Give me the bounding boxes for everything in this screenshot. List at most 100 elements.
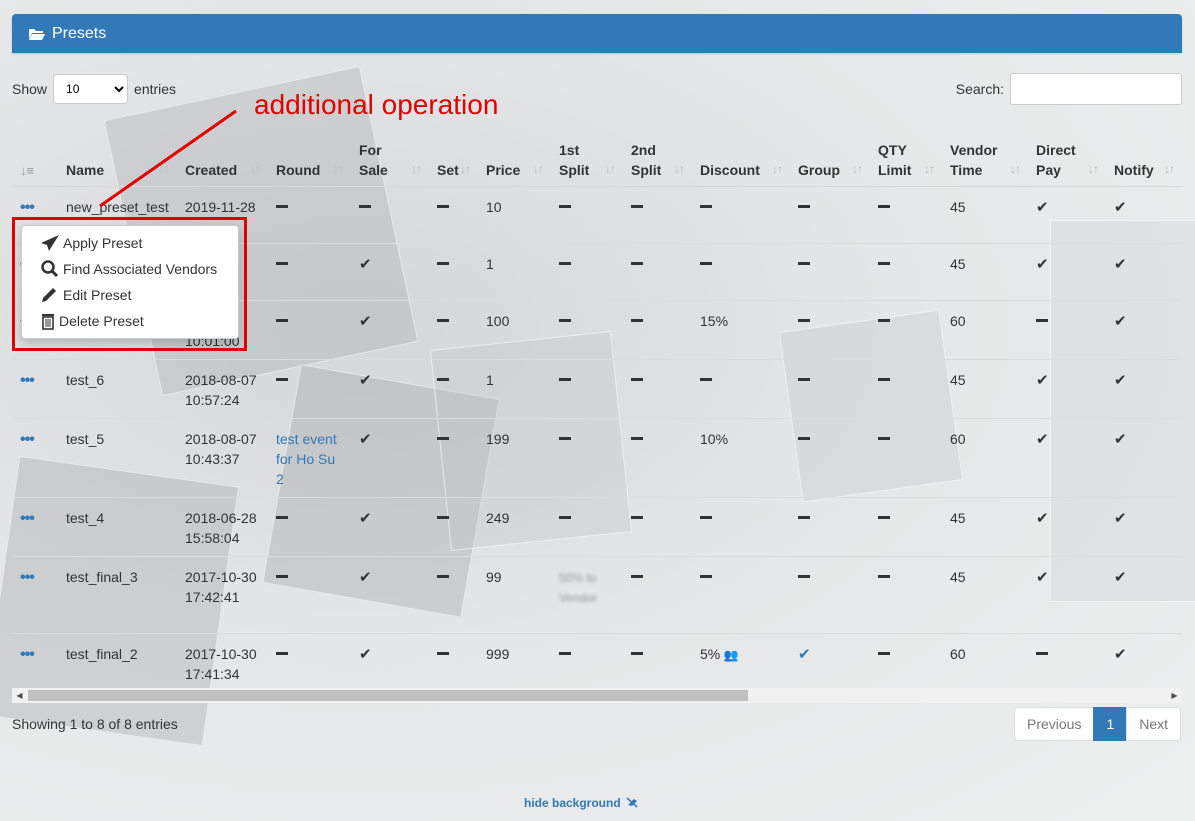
price-cell: 1 [478,243,551,301]
notify-cell: ✔ [1106,633,1182,692]
name-cell: test_final_3 [58,556,177,634]
scroll-right-arrow-icon[interactable]: ▶ [1167,688,1182,703]
previous-button[interactable]: Previous [1014,707,1095,741]
more-options-icon[interactable]: ••• [20,372,35,389]
dash-icon [700,205,712,209]
column-header-14[interactable]: Notify ↓↑ [1106,142,1182,187]
column-header-11[interactable]: QTY Limit ↓↑ [870,142,942,187]
preset-name: test_final_2 [66,646,138,662]
check-icon: ✔ [1036,256,1049,273]
dash-icon [631,262,643,266]
preset-name: test_5 [66,431,105,447]
column-header-10[interactable]: Group ↓↑ [790,142,870,187]
discount-cell: 15% [692,300,790,360]
column-header-5[interactable]: Set ↓↑ [429,142,478,187]
vendor-time-value: 60 [950,646,966,662]
page-1-button[interactable]: 1 [1093,707,1128,741]
column-header-13[interactable]: Direct Pay ↓↑ [1028,142,1106,187]
dash-icon [878,205,890,209]
set-cell [429,633,478,692]
discount-cell [692,497,790,557]
split1-cell [551,300,623,360]
column-header-7[interactable]: 1st Split ↓↑ [551,142,623,187]
dash-icon [798,205,810,209]
vendor-time-value: 45 [950,569,966,585]
set-cell [429,186,478,244]
price-cell: 999 [478,633,551,692]
scrollbar-thumb[interactable] [28,690,748,701]
created-cell: 2018-08-07 10:43:37 [177,418,268,498]
split1-cell [551,497,623,557]
check-icon: ✔ [1036,199,1049,216]
check-icon: ✔ [1114,431,1127,448]
discount-cell [692,243,790,301]
price-value: 249 [486,510,510,526]
vendor-time-cell: 45 [942,359,1028,419]
created-cell: 2017-10-30 17:42:41 [177,556,268,634]
horizontal-scrollbar[interactable]: ◀ ▶ [12,688,1182,703]
more-options-icon[interactable]: ••• [20,510,35,527]
preset-name: test_final_3 [66,569,138,585]
check-icon: ✔ [1114,313,1127,330]
direct-pay-cell: ✔ [1028,243,1106,301]
check-icon: ✔ [1114,569,1127,586]
hide-background-link[interactable]: hide background [524,796,640,810]
column-header-8[interactable]: 2nd Split ↓↑ [623,142,692,187]
check-icon: ✔ [359,313,372,330]
dash-icon [437,516,449,520]
split1-value: 50% to Vendor [559,571,598,605]
created-date: 2017-10-30 [185,569,257,585]
dash-icon [437,652,449,656]
next-button[interactable]: Next [1126,707,1182,741]
dash-icon [559,516,571,520]
more-options-icon[interactable]: ••• [20,569,35,586]
group-cell [790,243,870,301]
group-cell [790,418,870,498]
table-row: ••• test_5 2018-08-07 10:43:37 test event fo… [12,418,1182,498]
split1-cell [551,243,623,301]
sort-arrows-icon: ↓↑ [1088,162,1099,176]
qty-limit-cell [870,243,942,301]
column-header-12[interactable]: Vendor Time ↓↑ [942,142,1028,187]
scroll-left-arrow-icon[interactable]: ◀ [12,688,27,703]
price-cell: 100 [478,300,551,360]
column-header-label: 1st [559,142,580,158]
users-icon: 👥 [720,648,739,662]
dash-icon [700,378,712,382]
table-row: ••• test_final_2 2017-10-30 17:41:34 ✔ 999 5% … [12,633,1182,692]
direct-pay-cell: ✔ [1028,186,1106,244]
column-header-4[interactable]: For Sale ↓↑ [351,142,429,187]
notify-cell: ✔ [1106,556,1182,634]
check-icon: ✔ [359,646,372,663]
split2-cell [623,497,692,557]
vendor-time-value: 60 [950,313,966,329]
sort-arrows-icon: ↓↑ [411,162,422,176]
check-icon: ✔ [1114,256,1127,273]
table-row: ••• test_final_3 2017-10-30 17:42:41 ✔ 99 50% … [12,556,1182,634]
dash-icon [559,262,571,266]
sort-arrows-icon: ↓↑ [852,162,863,176]
vendor-time-cell: 45 [942,243,1028,301]
round-value[interactable]: test event for Ho Su 2 [276,431,337,487]
highlight-box [12,217,247,351]
dash-icon [359,205,371,209]
more-options-icon[interactable]: ••• [20,431,35,448]
group-cell: ✔ [790,633,870,692]
split2-cell [623,418,692,498]
dash-icon [798,437,810,441]
column-header-6[interactable]: Price ↓↑ [478,142,551,187]
check-icon: ✔ [359,569,372,586]
qty-limit-cell [870,418,942,498]
set-cell [429,243,478,301]
column-header-label: 2nd [631,142,656,158]
discount-value: 5% [700,646,721,662]
search-input[interactable] [1010,73,1182,105]
split2-cell [623,633,692,692]
dash-icon [631,319,643,323]
direct-pay-cell: ✔ [1028,556,1106,634]
dash-icon [437,319,449,323]
more-options-icon[interactable]: ••• [20,646,35,663]
vendor-time-value: 45 [950,256,966,272]
actions-cell: ••• [12,556,58,634]
column-header-9[interactable]: Discount ↓↑ [692,142,790,187]
